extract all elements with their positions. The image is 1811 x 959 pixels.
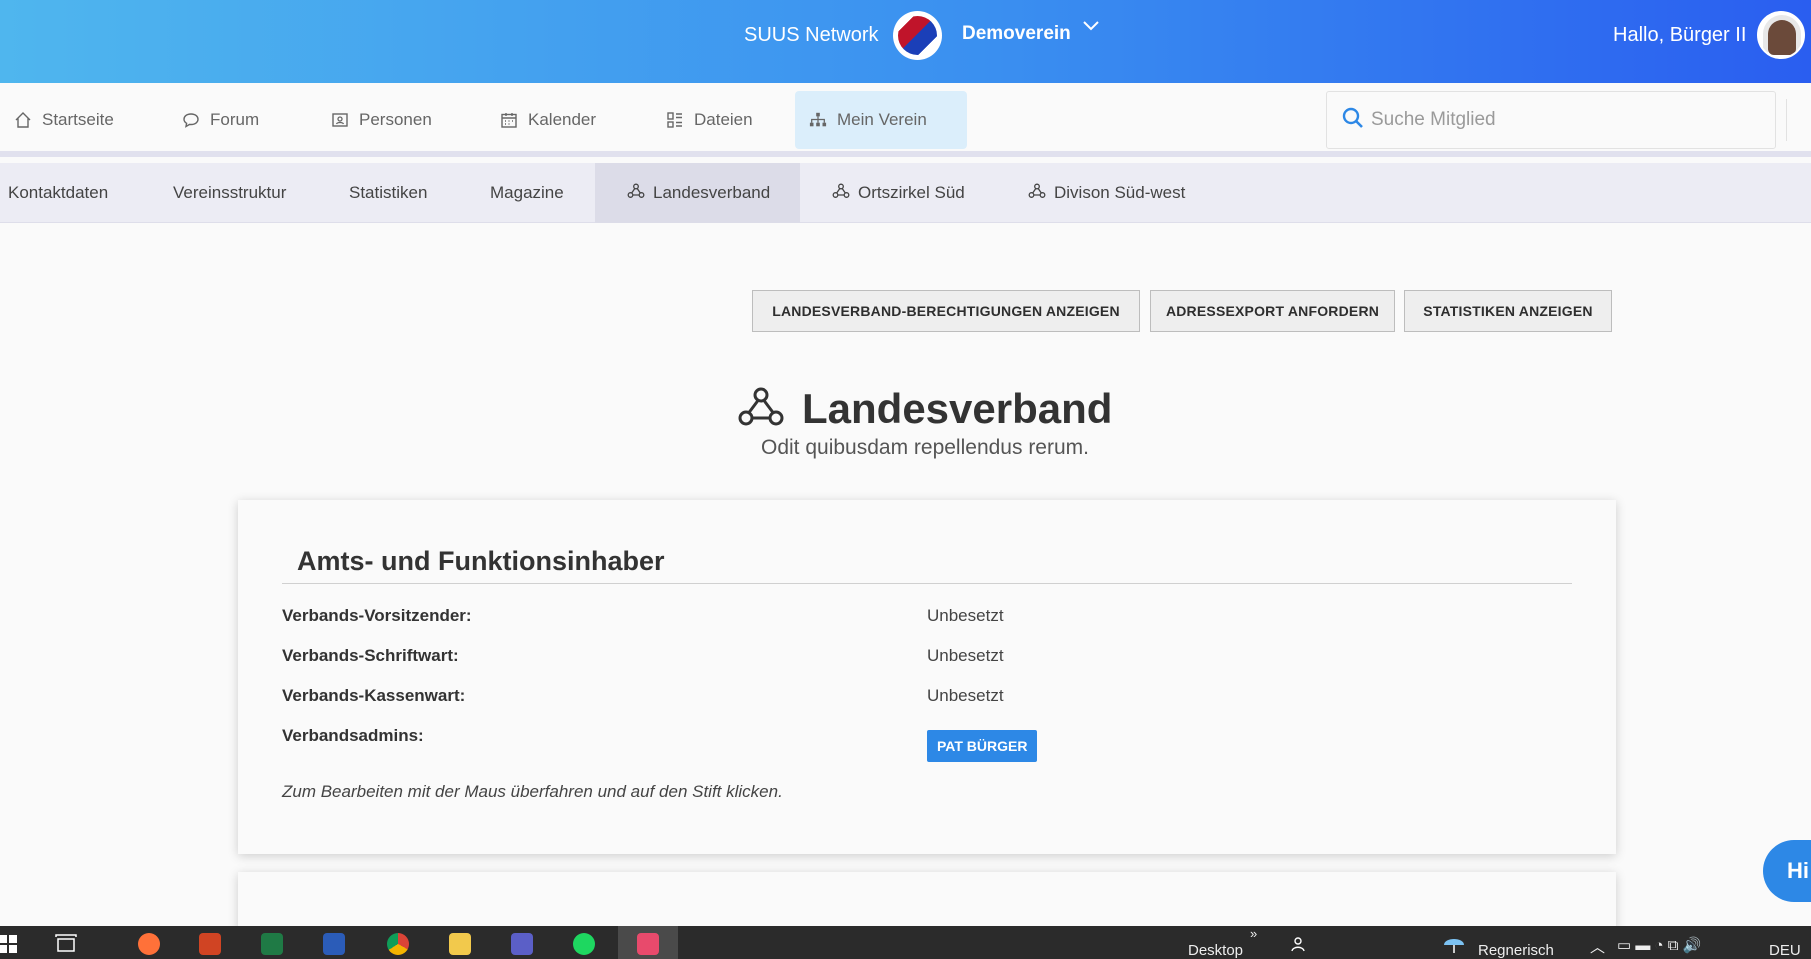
row-label: Verbands-Vorsitzender: xyxy=(282,606,472,625)
nav-item-kalender[interactable]: Kalender xyxy=(486,91,610,149)
network-icon xyxy=(832,183,850,204)
nav-item-label: Mein Verein xyxy=(837,110,927,129)
nav-overflow[interactable] xyxy=(1786,99,1811,141)
task-view-icon[interactable] xyxy=(52,930,80,958)
network-people-icon[interactable] xyxy=(1286,930,1314,958)
nav-item-label: Dateien xyxy=(694,110,753,129)
tab-label: Statistiken xyxy=(349,183,428,202)
nav-item-forum[interactable]: Forum xyxy=(168,91,273,149)
card-title: Amts- und Funktionsinhaber xyxy=(297,546,665,576)
tab-ortszirkel-sued[interactable]: Ortszirkel Süd xyxy=(804,163,993,223)
desktop-toolbar-label[interactable]: Desktop xyxy=(1188,942,1243,959)
nav-item-label: Kalender xyxy=(528,110,597,129)
tab-division-sued-west[interactable]: Divison Süd-west xyxy=(1000,163,1213,223)
page-title: Landesverband xyxy=(802,385,1113,432)
page-subtitle: Odit quibusdam repellendus rerum. xyxy=(760,436,1089,459)
tab-vereinsstruktur[interactable]: Vereinsstruktur xyxy=(145,163,314,223)
sitemap-icon xyxy=(809,111,827,129)
help-chat-button[interactable]: Hi xyxy=(1763,840,1811,902)
tab-landesverband[interactable]: Landesverband xyxy=(595,163,800,223)
firefox-icon[interactable] xyxy=(135,930,163,958)
home-icon xyxy=(14,111,32,129)
edit-hint: Zum Bearbeiten mit der Maus überfahren u… xyxy=(282,782,783,801)
tab-label: Ortszirkel Süd xyxy=(858,183,965,202)
sub-navigation: Kontaktdaten Vereinsstruktur Statistiken… xyxy=(0,163,1811,223)
row-label: Verbands-Schriftwart: xyxy=(282,646,459,665)
file-explorer-icon[interactable] xyxy=(446,930,474,958)
top-header: SUUS Network Demoverein Hallo, Bürger II xyxy=(0,0,1811,83)
show-statistics-button[interactable]: STATISTIKEN ANZEIGEN xyxy=(1404,290,1612,332)
search-icon xyxy=(1341,106,1365,135)
brand-name[interactable]: SUUS Network xyxy=(744,24,878,47)
files-icon xyxy=(666,111,684,129)
rain-weather-icon xyxy=(1440,930,1468,958)
row-value: Unbesetzt xyxy=(927,606,1004,625)
user-greeting[interactable]: Hallo, Bürger II xyxy=(1613,24,1746,47)
admin-member-button[interactable]: PAT BÜRGER xyxy=(927,730,1038,762)
tab-kontaktdaten[interactable]: Kontaktdaten xyxy=(0,163,136,223)
tab-statistiken[interactable]: Statistiken xyxy=(321,163,455,223)
search-input[interactable] xyxy=(1371,109,1751,131)
nav-item-label: Startseite xyxy=(42,110,114,129)
network-icon xyxy=(738,387,784,432)
weather-label[interactable]: Regnerisch xyxy=(1478,942,1554,959)
chevron-down-icon[interactable] xyxy=(1082,16,1100,37)
camera-app-icon[interactable] xyxy=(634,930,662,958)
main-navigation: Startseite Forum Personen Kalender Datei… xyxy=(0,83,1811,157)
nav-item-startseite[interactable]: Startseite xyxy=(0,91,128,149)
divider xyxy=(282,583,1572,584)
row-value: Unbesetzt xyxy=(927,646,1004,665)
language-indicator[interactable]: DEU xyxy=(1769,942,1801,959)
second-card xyxy=(238,872,1616,932)
nav-item-label: Personen xyxy=(359,110,432,129)
tab-label: Divison Süd-west xyxy=(1054,183,1186,202)
officials-card: Amts- und Funktionsinhaber Verbands-Vors… xyxy=(238,500,1616,854)
system-tray-icons[interactable]: ▭ ▬ ◔ ⧉ 🔊 xyxy=(1617,936,1701,954)
tab-label: Kontaktdaten xyxy=(8,183,109,202)
person-card-icon xyxy=(331,111,349,129)
network-icon xyxy=(1028,183,1046,204)
chevron-right-icon[interactable]: » xyxy=(1250,926,1257,941)
row-label: Verbands-Kassenwart: xyxy=(282,686,466,705)
member-search[interactable] xyxy=(1326,91,1776,149)
spotify-icon[interactable] xyxy=(570,930,598,958)
calendar-icon xyxy=(500,111,518,129)
nav-item-label: Forum xyxy=(210,110,260,129)
show-permissions-button[interactable]: LANDESVERBAND-BERECHTIGUNGEN ANZEIGEN xyxy=(752,290,1140,332)
nav-item-mein-verein[interactable]: Mein Verein xyxy=(795,91,967,149)
teams-icon[interactable] xyxy=(508,930,536,958)
club-name[interactable]: Demoverein xyxy=(962,23,1071,45)
address-export-button[interactable]: ADRESSEXPORT ANFORDERN xyxy=(1150,290,1395,332)
row-label: Verbandsadmins: xyxy=(282,726,424,745)
windows-start-icon[interactable] xyxy=(0,930,22,958)
tab-label: Vereinsstruktur xyxy=(173,183,287,202)
powerpoint-icon[interactable] xyxy=(196,930,224,958)
os-taskbar: Desktop » Regnerisch ︿ ▭ ▬ ◔ ⧉ 🔊 DEU xyxy=(0,926,1811,959)
excel-icon[interactable] xyxy=(258,930,286,958)
club-logo[interactable] xyxy=(893,11,942,60)
row-value: Unbesetzt xyxy=(927,686,1004,705)
page-heading: Landesverband xyxy=(738,385,1112,433)
tab-label: Magazine xyxy=(490,183,564,202)
tab-magazine[interactable]: Magazine xyxy=(462,163,592,223)
chrome-icon[interactable] xyxy=(384,930,412,958)
nav-item-personen[interactable]: Personen xyxy=(317,91,446,149)
word-icon[interactable] xyxy=(320,930,348,958)
network-icon xyxy=(627,183,645,204)
tab-label: Landesverband xyxy=(653,183,771,202)
chat-icon xyxy=(182,111,200,129)
chevron-up-icon[interactable]: ︿ xyxy=(1590,936,1605,957)
nav-item-dateien[interactable]: Dateien xyxy=(652,91,767,149)
avatar[interactable] xyxy=(1757,11,1805,59)
